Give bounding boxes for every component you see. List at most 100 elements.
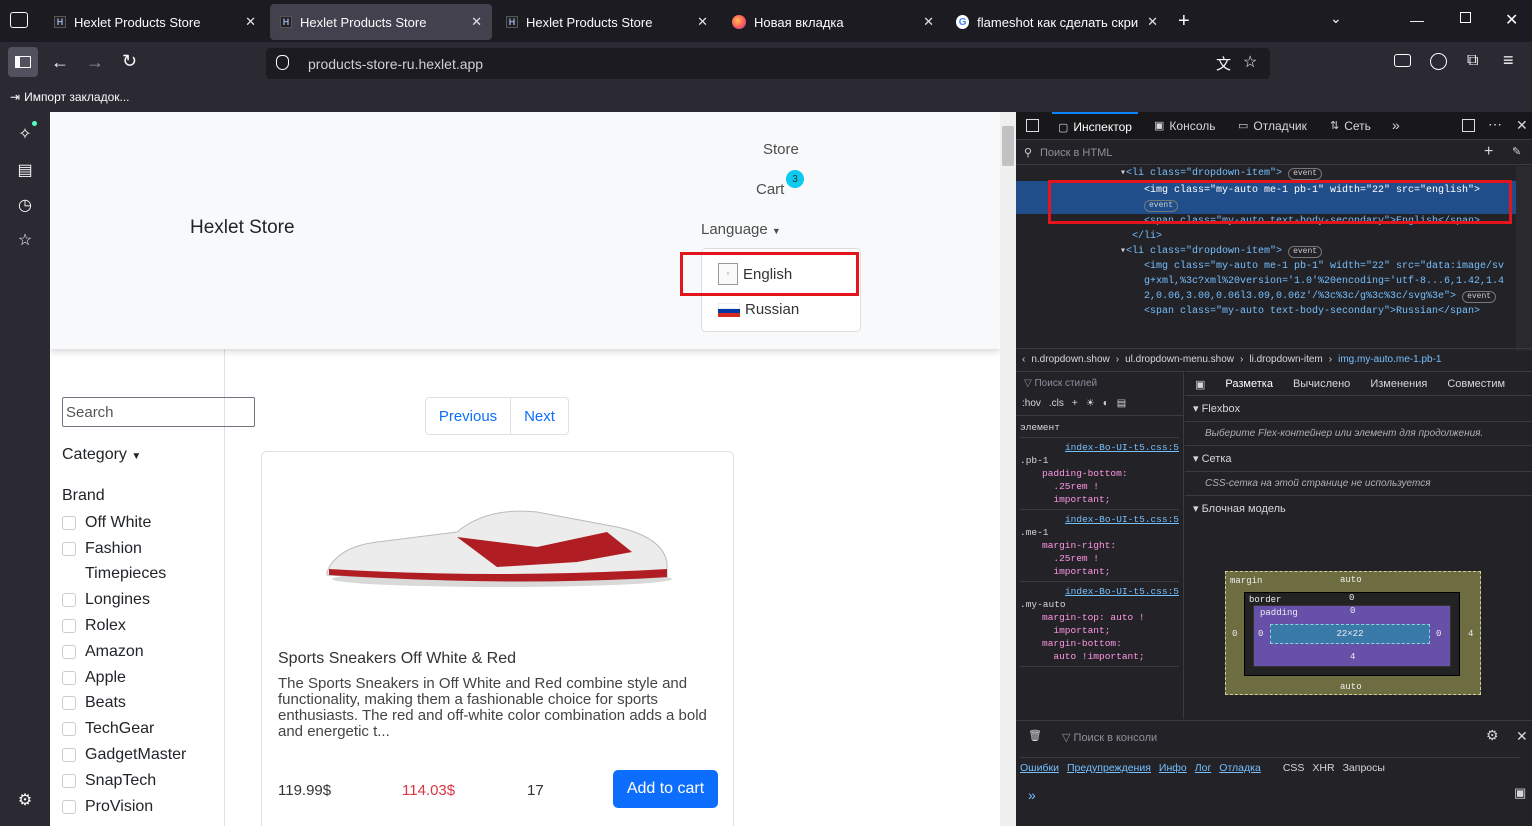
rule-property[interactable]: important;: [1020, 493, 1179, 506]
close-tab-icon[interactable]: ✕: [471, 14, 482, 30]
url-bar[interactable]: products-store-ru.hexlet.app 文 ☆: [266, 48, 1270, 79]
brand-filter-item[interactable]: SnapTech: [62, 768, 186, 794]
scrollbar-thumb[interactable]: [1002, 126, 1014, 166]
store-link[interactable]: Store: [763, 141, 799, 158]
dock-icon[interactable]: [1462, 119, 1475, 132]
rule-property[interactable]: important;: [1020, 565, 1179, 578]
sidebar-toggle-icon[interactable]: [8, 47, 38, 77]
reload-icon[interactable]: ↻: [122, 51, 137, 72]
light-mode-icon[interactable]: ☀: [1086, 398, 1095, 411]
new-tab-icon[interactable]: +: [1178, 10, 1190, 33]
tab-compat[interactable]: Совместим: [1447, 378, 1505, 395]
menu-icon[interactable]: ≡: [1503, 50, 1514, 71]
rule-property[interactable]: padding-bottom:: [1020, 467, 1179, 480]
breadcrumb-item[interactable]: img.my-auto.me-1.pb-1: [1338, 354, 1441, 365]
margin-bottom-value[interactable]: auto: [1340, 682, 1362, 692]
brand-filter-item[interactable]: Off White: [62, 510, 186, 536]
brand-filter-item[interactable]: Timepieces: [62, 562, 186, 588]
console-settings-icon[interactable]: ⚙: [1486, 727, 1499, 744]
rule-property[interactable]: auto !important;: [1020, 650, 1179, 663]
settings-icon[interactable]: ⚙: [14, 790, 36, 812]
padding-top-value[interactable]: 0: [1350, 606, 1355, 616]
split-console-icon[interactable]: ▣: [1514, 785, 1526, 801]
console-prompt-icon[interactable]: »: [1028, 787, 1036, 803]
close-tab-icon[interactable]: ✕: [923, 14, 934, 30]
padding-bottom-value[interactable]: 4: [1350, 652, 1355, 662]
content-box[interactable]: 22×22: [1270, 624, 1430, 644]
close-tab-icon[interactable]: ✕: [245, 14, 256, 30]
bookmarks-icon[interactable]: ☆: [14, 230, 36, 252]
tab-5[interactable]: G flameshot как сделать скринш ✕: [946, 4, 1168, 40]
ai-chat-icon[interactable]: ✧: [14, 124, 36, 146]
extensions-icon[interactable]: ⧉: [1467, 52, 1478, 70]
brand-checkbox[interactable]: [62, 722, 76, 737]
page-scrollbar[interactable]: [1000, 112, 1016, 826]
html-search-input[interactable]: Поиск в HTML: [1040, 147, 1112, 159]
styles-search[interactable]: ▽ Поиск стилей: [1016, 372, 1183, 394]
tab-debugger[interactable]: ▭ Отладчик: [1238, 119, 1307, 133]
rule-property[interactable]: margin-bottom:: [1020, 637, 1179, 650]
rule-property[interactable]: margin-top: auto !: [1020, 611, 1179, 624]
rule-source-link[interactable]: index-Bo-UI-t5.css:5: [1020, 441, 1179, 454]
close-window-icon[interactable]: ✕: [1505, 10, 1518, 30]
tab-computed[interactable]: Вычислено: [1293, 378, 1350, 395]
console-filter[interactable]: XHR: [1312, 762, 1334, 774]
tab-list-icon[interactable]: [10, 12, 28, 28]
shield-icon[interactable]: [276, 55, 289, 70]
synced-tabs-icon[interactable]: ▤: [14, 160, 36, 182]
brand-checkbox[interactable]: [62, 748, 76, 763]
account-icon[interactable]: [1430, 53, 1447, 70]
back-icon[interactable]: ←: [51, 52, 69, 73]
brand-filter-item[interactable]: Apple: [62, 665, 186, 691]
margin-left-value[interactable]: 0: [1232, 629, 1237, 639]
forward-icon[interactable]: →: [86, 52, 104, 73]
brand-checkbox[interactable]: [62, 670, 76, 685]
event-badge[interactable]: event: [1288, 246, 1323, 258]
tab-1[interactable]: H Hexlet Products Store ✕: [44, 4, 266, 40]
print-icon[interactable]: ▤: [1117, 398, 1126, 411]
margin-right-value[interactable]: 4: [1468, 629, 1473, 639]
add-to-cart-button[interactable]: Add to cart: [613, 770, 718, 808]
minimize-icon[interactable]: —: [1410, 12, 1424, 28]
console-filter[interactable]: Лог: [1195, 762, 1212, 774]
dark-mode-icon[interactable]: ◐: [1103, 398, 1109, 411]
close-devtools-icon[interactable]: ✕: [1516, 117, 1528, 134]
style-rule[interactable]: index-Bo-UI-t5.css:5 .my-auto margin-top: …: [1020, 582, 1179, 667]
tab-4[interactable]: Новая вкладка ✕: [722, 4, 944, 40]
url-text[interactable]: products-store-ru.hexlet.app: [308, 56, 483, 72]
tab-inspector[interactable]: ▢ Инспектор: [1052, 112, 1138, 140]
chevron-left-icon[interactable]: ‹: [1022, 354, 1025, 365]
markup-scrollbar[interactable]: [1516, 166, 1532, 351]
console-filter[interactable]: CSS: [1283, 762, 1305, 774]
more-tabs-icon[interactable]: »: [1392, 117, 1400, 133]
markup-line[interactable]: ▾<li class="dropdown-item"> event: [1016, 244, 1516, 259]
translate-icon[interactable]: 文: [1216, 53, 1231, 74]
close-tab-icon[interactable]: ✕: [1147, 14, 1158, 30]
markup-line[interactable]: ▾<li class="dropdown-item"> event: [1016, 166, 1516, 181]
console-filter[interactable]: Предупреждения: [1067, 762, 1151, 774]
brand-checkbox[interactable]: [62, 773, 76, 788]
previous-button[interactable]: Previous: [426, 398, 511, 434]
tab-2[interactable]: H Hexlet Products Store ✕: [270, 4, 492, 40]
site-brand[interactable]: Hexlet Store: [190, 217, 295, 239]
flexbox-section[interactable]: ▾ Flexbox: [1185, 396, 1532, 422]
brand-filter-item[interactable]: Amazon: [62, 639, 186, 665]
style-rule[interactable]: index-Bo-UI-t5.css:5 .pb-1 padding-bottom:…: [1020, 438, 1179, 510]
hover-toggle[interactable]: :hov: [1022, 398, 1041, 411]
picker-icon[interactable]: [1026, 119, 1039, 132]
brand-filter-item[interactable]: Beats: [62, 691, 186, 717]
cls-toggle[interactable]: .cls: [1049, 398, 1064, 411]
rule-property[interactable]: margin-right:: [1020, 539, 1179, 552]
tab-console[interactable]: ▣ Консоль: [1154, 119, 1216, 133]
close-console-icon[interactable]: ✕: [1516, 728, 1528, 745]
panel-toggle-icon[interactable]: ▣: [1195, 378, 1205, 395]
brand-checkbox[interactable]: [62, 799, 76, 814]
boxmodel-section[interactable]: ▾ Блочная модель: [1185, 496, 1532, 521]
rule-property[interactable]: .25rem !: [1020, 480, 1179, 493]
style-rule[interactable]: элемент: [1020, 418, 1179, 438]
rule-property[interactable]: .25rem !: [1020, 552, 1179, 565]
console-search-input[interactable]: Поиск в консоли: [1074, 732, 1158, 744]
border-top-value[interactable]: 0: [1349, 593, 1354, 603]
console-filter[interactable]: Инфо: [1159, 762, 1187, 774]
close-tab-icon[interactable]: ✕: [697, 14, 708, 30]
